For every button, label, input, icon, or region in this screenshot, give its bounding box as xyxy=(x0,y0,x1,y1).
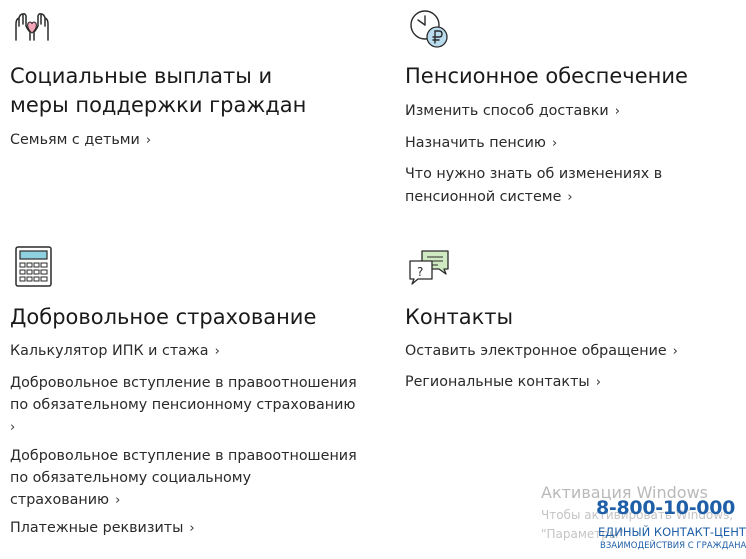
link-families-with-children[interactable]: Семьям с детьми › xyxy=(10,130,151,151)
pension-title: Пенсионное обеспечение xyxy=(405,64,688,88)
link-label-line-3: страхованию xyxy=(10,492,110,508)
link-assign-pension[interactable]: Назначить пенсию › xyxy=(405,133,557,154)
calculator-icon xyxy=(15,246,53,288)
link-label: Калькулятор ИПК и стажа xyxy=(10,343,209,359)
link-label: Изменить способ доставки xyxy=(405,103,609,119)
link-voluntary-pension-insurance[interactable]: Добровольное вступление в правоотношения… xyxy=(10,372,357,439)
svg-text:?: ? xyxy=(417,265,423,279)
link-label: Оставить электронное обращение xyxy=(405,343,667,359)
voluntary-title: Добровольное страхование xyxy=(10,305,317,329)
chevron-right-icon: › xyxy=(214,344,220,359)
link-label: Региональные контакты xyxy=(405,374,590,390)
heart-hands-icon xyxy=(12,10,52,44)
link-label: Платежные реквизиты xyxy=(10,520,184,536)
chevron-right-icon: › xyxy=(595,375,601,390)
chevron-right-icon: › xyxy=(115,493,121,508)
link-label-line-1: Добровольное вступление в правоотношения xyxy=(10,375,357,391)
link-label: Семьям с детьми xyxy=(10,132,140,148)
link-payment-details[interactable]: Платежные реквизиты › xyxy=(10,518,195,539)
contacts-title: Контакты xyxy=(405,305,514,329)
link-change-delivery[interactable]: Изменить способ доставки › xyxy=(405,101,620,122)
chevron-right-icon: › xyxy=(551,136,558,151)
link-label-line-2: по обязательному пенсионному страхованию xyxy=(10,397,356,413)
link-voluntary-social-insurance[interactable]: Добровольное вступление в правоотношения… xyxy=(10,445,357,512)
chevron-right-icon: › xyxy=(567,190,573,205)
link-electronic-appeal[interactable]: Оставить электронное обращение › xyxy=(405,341,678,362)
link-regional-contacts[interactable]: Региональные контакты › xyxy=(405,372,601,393)
link-label-line-2: по обязательному социальному xyxy=(10,470,252,486)
clock-ruble-icon xyxy=(408,8,450,50)
chevron-right-icon: › xyxy=(10,420,16,435)
link-label-line-2: пенсионной системе xyxy=(405,189,562,205)
chat-bubbles-icon: ? xyxy=(408,249,450,287)
link-pension-changes[interactable]: Что нужно знать об изменениях в пенсионн… xyxy=(405,163,662,209)
link-label-line-1: Добровольное вступление в правоотношения xyxy=(10,448,357,464)
social-title-line-2: меры поддержки граждан xyxy=(10,93,307,117)
chevron-right-icon: › xyxy=(672,344,678,359)
contact-center-sublabel: ВЗАИМОДЕЙСТВИЯ С ГРАЖДАНАМИ xyxy=(600,541,746,551)
chevron-right-icon: › xyxy=(614,104,620,119)
link-label-line-1: Что нужно знать об изменениях в xyxy=(405,166,663,182)
link-label: Назначить пенсию xyxy=(405,135,546,151)
chevron-right-icon: › xyxy=(189,521,195,536)
contact-center-label: ЕДИНЫЙ КОНТАКТ-ЦЕНТР xyxy=(598,525,746,539)
link-ipk-calculator[interactable]: Калькулятор ИПК и стажа › xyxy=(10,341,220,362)
social-title-line-1: Социальные выплаты и xyxy=(10,64,273,88)
contact-center-phone[interactable]: 8-800-10-000 xyxy=(596,497,735,519)
chevron-right-icon: › xyxy=(145,133,152,148)
